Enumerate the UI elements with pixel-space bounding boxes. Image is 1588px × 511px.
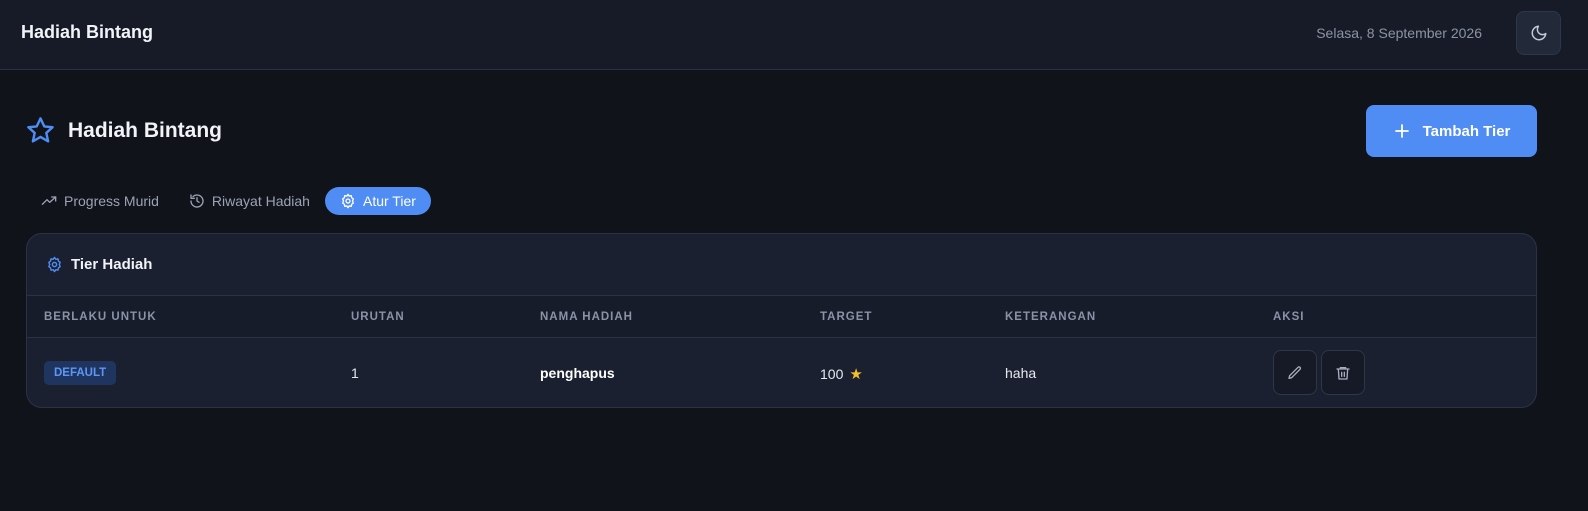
table-header: BERLAKU UNTUK URUTAN NAMA HADIAH TARGET … [27,296,1536,338]
target-value: 100 [820,366,844,382]
history-icon [190,194,204,208]
column-header-keterangan: KETERANGAN [1005,311,1097,323]
gear-icon [48,256,61,273]
cell-keterangan: haha [1005,365,1037,381]
current-date: Selasa, 8 September 2026 [1316,25,1482,41]
app-title: Hadiah Bintang [21,22,154,42]
column-header-target: TARGET [820,311,873,323]
trending-up-icon [41,196,57,205]
tab-bar: Progress Murid Riwayat Hadiah Atur Tier [26,187,431,215]
card-header: Tier Hadiah [27,234,1536,296]
delete-button[interactable] [1321,350,1365,395]
edit-button[interactable] [1273,350,1317,395]
status-badge: DEFAULT [44,361,117,385]
trash-icon [1336,366,1350,380]
plus-icon [1394,124,1409,138]
tab-progress-murid[interactable]: Progress Murid [26,187,174,215]
table-row: DEFAULT 1 penghapus 100 ★ haha [27,338,1536,407]
gear-icon [341,193,354,209]
moon-icon [1531,25,1546,41]
add-tier-label: Tambah Tier [1422,122,1511,140]
tab-label: Atur Tier [362,193,416,209]
column-header-urutan: URUTAN [351,311,405,323]
tab-riwayat-hadiah[interactable]: Riwayat Hadiah [174,187,325,215]
column-header-nama: NAMA HADIAH [540,311,633,323]
cell-target: 100 ★ [820,365,863,383]
column-header-berlaku: BERLAKU UNTUK [44,311,157,323]
tab-label: Progress Murid [64,193,159,209]
pencil-icon [1288,365,1302,379]
card-title: Tier Hadiah [71,256,153,273]
tab-label: Riwayat Hadiah [211,193,310,209]
column-header-aksi: AKSI [1273,311,1305,323]
cell-urutan: 1 [351,365,359,381]
theme-toggle-button[interactable] [1516,11,1561,55]
tab-atur-tier[interactable]: Atur Tier [324,187,431,215]
cell-nama: penghapus [540,365,615,381]
top-bar: Hadiah Bintang Selasa, 8 September 2026 [0,0,1588,70]
star-icon: ★ [849,366,863,383]
star-outline-icon [27,117,54,143]
page-title: Hadiah Bintang [68,119,223,142]
add-tier-button[interactable]: Tambah Tier [1366,105,1537,157]
tier-card: Tier Hadiah BERLAKU UNTUK URUTAN NAMA HA… [26,233,1537,408]
